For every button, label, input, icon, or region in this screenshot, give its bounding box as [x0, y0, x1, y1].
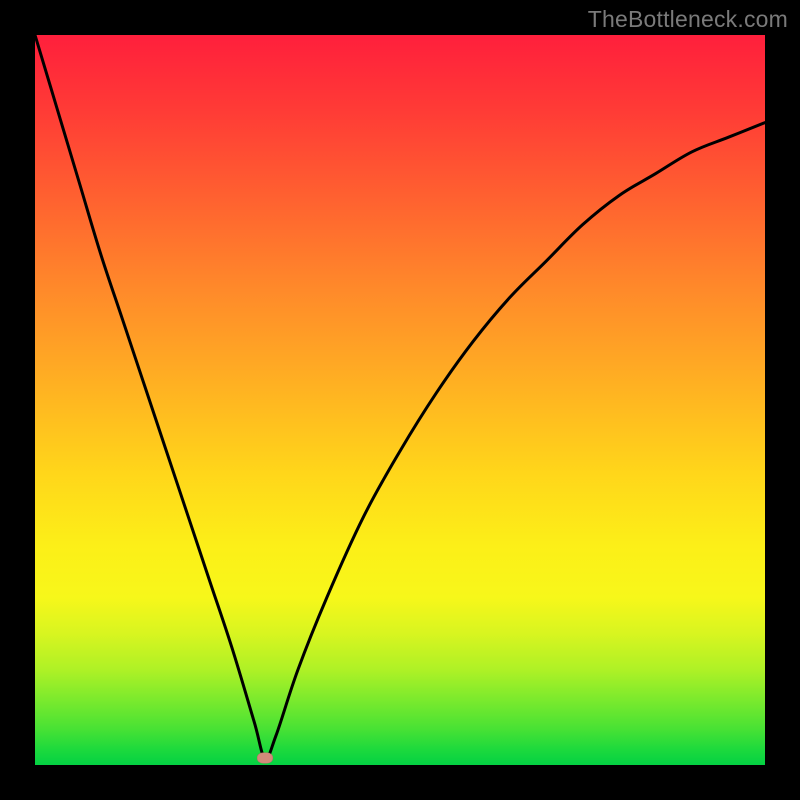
curve-svg [35, 35, 765, 765]
plot-area [35, 35, 765, 765]
bottleneck-curve [35, 35, 765, 758]
chart-frame: TheBottleneck.com [0, 0, 800, 800]
minimum-marker [257, 752, 273, 763]
watermark-text: TheBottleneck.com [588, 6, 788, 33]
